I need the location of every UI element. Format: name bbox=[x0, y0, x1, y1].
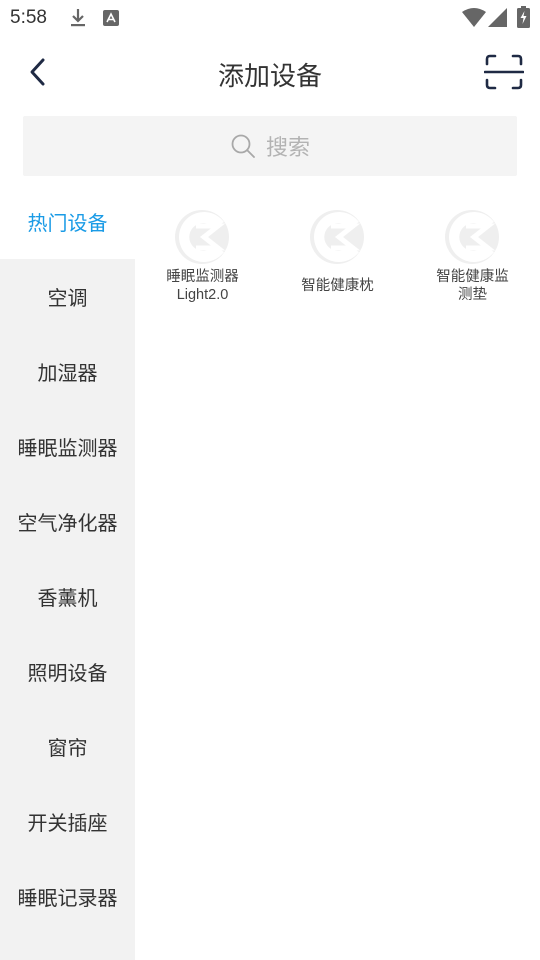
search-placeholder: 搜索 bbox=[265, 136, 310, 161]
scan-button[interactable] bbox=[483, 54, 525, 90]
device-name: 睡眠监测器 Light2.0 bbox=[166, 269, 239, 303]
device-placeholder-logo-icon bbox=[175, 210, 229, 264]
sidebar-item-hot-devices[interactable]: 热门设备 bbox=[0, 184, 135, 259]
device-card[interactable]: 智能健康枕 bbox=[270, 184, 405, 324]
download-icon bbox=[68, 7, 88, 33]
sidebar-item-switch-socket[interactable]: 开关插座 bbox=[0, 784, 135, 859]
sidebar-item-air-purifier[interactable]: 空气净化器 bbox=[0, 484, 135, 559]
sidebar-item-label: 香薰机 bbox=[37, 586, 98, 610]
search-icon bbox=[231, 134, 255, 158]
sidebar-item-label: 照明设备 bbox=[27, 661, 108, 685]
scan-icon bbox=[483, 54, 525, 90]
sidebar-item-label: 窗帘 bbox=[47, 736, 88, 760]
signal-icon bbox=[488, 8, 508, 32]
search-input[interactable]: 搜索 bbox=[23, 116, 517, 176]
device-placeholder-logo-icon bbox=[310, 210, 364, 264]
sidebar-item-label: 热门设备 bbox=[27, 211, 108, 235]
sidebar-more bbox=[0, 934, 135, 960]
page-title: 添加设备 bbox=[217, 62, 322, 92]
sidebar-item-humidifier[interactable]: 加湿器 bbox=[0, 334, 135, 409]
sidebar-item-label: 加湿器 bbox=[37, 361, 98, 385]
app-notification-icon bbox=[103, 10, 119, 30]
device-name: 智能健康监 测垫 bbox=[436, 269, 509, 303]
sidebar-item-curtain[interactable]: 窗帘 bbox=[0, 709, 135, 784]
sidebar-item-sleep-recorder[interactable]: 睡眠记录器 bbox=[0, 859, 135, 934]
sidebar-item-label: 空气净化器 bbox=[17, 511, 118, 535]
device-placeholder-logo-icon bbox=[445, 210, 499, 264]
sidebar-item-lighting[interactable]: 照明设备 bbox=[0, 634, 135, 709]
sidebar-item-air-conditioner[interactable]: 空调 bbox=[0, 259, 135, 334]
sidebar-item-aroma-diffuser[interactable]: 香薰机 bbox=[0, 559, 135, 634]
wifi-icon bbox=[462, 8, 486, 32]
sidebar-item-label: 睡眠监测器 bbox=[17, 436, 118, 460]
sidebar-item-label: 空调 bbox=[47, 286, 88, 310]
header: 添加设备 bbox=[0, 36, 540, 108]
status-bar: 5:58 bbox=[0, 0, 540, 36]
sidebar-item-label: 睡眠记录器 bbox=[17, 886, 118, 910]
sidebar-item-sleep-monitor[interactable]: 睡眠监测器 bbox=[0, 409, 135, 484]
category-sidebar: 热门设备 空调 加湿器 睡眠监测器 空气净化器 香薰机 照明设备 窗帘 开关插座… bbox=[0, 184, 135, 960]
status-time: 5:58 bbox=[10, 7, 47, 28]
device-card[interactable]: 睡眠监测器 Light2.0 bbox=[135, 184, 270, 324]
sidebar-item-label: 开关插座 bbox=[27, 811, 108, 835]
device-card[interactable]: 智能健康监 测垫 bbox=[405, 184, 540, 324]
device-name: 智能健康枕 bbox=[301, 278, 374, 294]
battery-icon bbox=[517, 6, 530, 32]
